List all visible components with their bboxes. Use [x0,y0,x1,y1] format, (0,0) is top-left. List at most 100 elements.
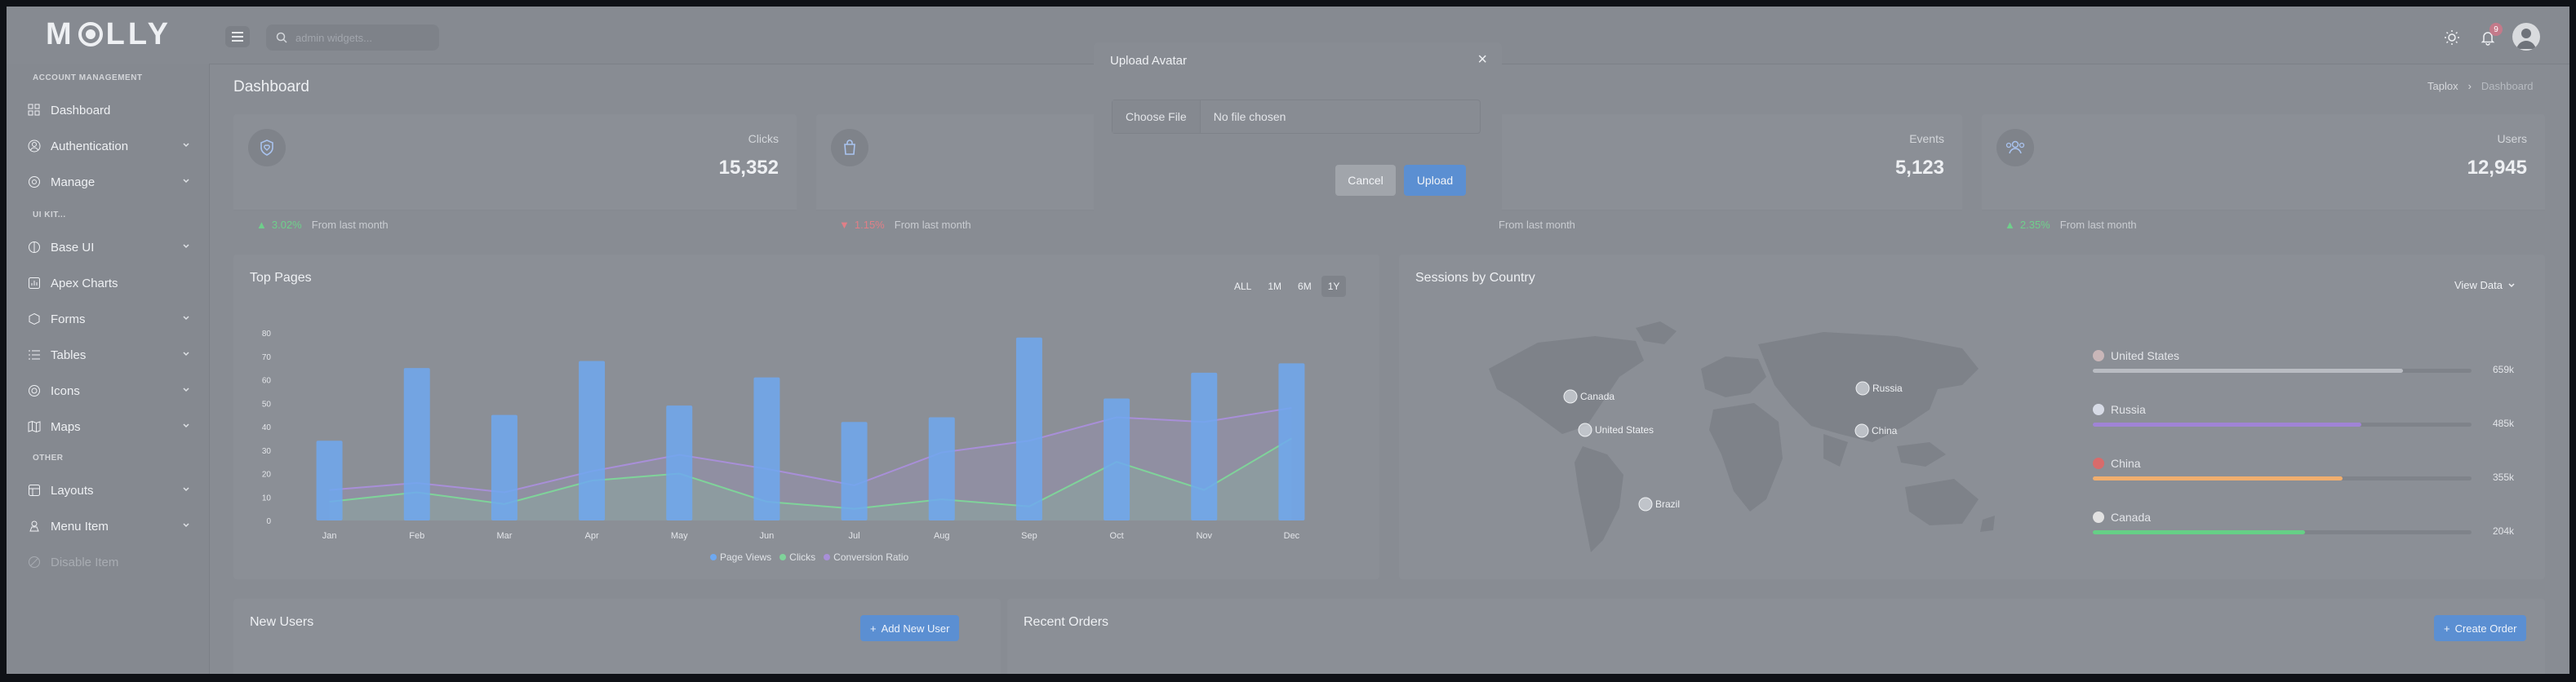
stat-change: 2.35% [2019,218,2050,231]
sidebar-item-dashboard[interactable]: Dashboard [28,100,191,121]
sidebar-item-forms[interactable]: Forms [28,308,191,330]
sidebar-item-menu-item[interactable]: Menu Item [28,516,191,537]
new-users-card: New Users + Add New User [233,599,1001,674]
sidebar-item-label: Disable Item [51,555,119,569]
sidebar-item-maps[interactable]: Maps [28,416,191,437]
breadcrumb-current: Dashboard [2481,80,2534,92]
sidebar-item-label: Maps [51,419,81,434]
box-icon [29,312,40,326]
country-name: United States [2111,349,2180,362]
stat-icon [1996,129,2034,166]
country-value: 659k [2492,364,2514,375]
map-marker-china[interactable]: China [1854,423,1898,438]
country-row-russia: Russia 485k [2093,403,2514,429]
sidebar-item-layouts[interactable]: Layouts [28,480,191,501]
upload-button[interactable]: Upload [1404,165,1466,196]
close-icon[interactable]: × [1477,51,1487,69]
card-title: Sessions by Country [1415,271,1535,285]
brand-logo[interactable]: M LLY [46,17,171,51]
map-marker-label: United States [1595,424,1654,436]
y-tick-label: 0 [266,517,271,526]
sidebar-item-icons[interactable]: Icons [28,380,191,401]
country-name: Canada [2111,511,2152,524]
notifications-button[interactable]: 9 [2475,23,2503,51]
menu-toggle-button[interactable] [225,26,250,47]
map-marker-russia[interactable]: Russia [1855,381,1903,396]
layout-icon [29,485,40,496]
card-title: Recent Orders [1024,615,1109,629]
chevron-down-icon [183,388,189,392]
stat-note: From last month [2059,218,2137,231]
menu-icon [29,520,39,532]
trend-up-icon: ▲ [2005,218,2015,231]
sidebar-item-manage[interactable]: Manage [28,171,191,193]
map-marker-brazil[interactable]: Brazil [1638,497,1680,512]
target-icon [29,385,40,396]
sidebar-section-ui-kit: UI KIT... [33,210,66,219]
upload-avatar-modal: Upload Avatar × Choose File No file chos… [1094,42,1502,214]
country-name: Russia [2111,403,2146,416]
y-tick-label: 40 [262,423,272,432]
cancel-button[interactable]: Cancel [1335,165,1396,196]
canada-flag-icon [2093,512,2104,523]
plus-icon: + [870,622,877,635]
app-window: M LLY 9 ACCOUNT MANAGEMENT Dashboard Aut… [7,7,2569,674]
sidebar-item-tables[interactable]: Tables [28,344,191,365]
map-marker-canada[interactable]: Canada [1563,389,1614,404]
chevron-down-icon [183,316,189,321]
breadcrumb-root[interactable]: Taplox [2427,80,2458,92]
x-tick-label: Oct [1110,531,1124,541]
sidebar-section-other: OTHER [33,454,64,463]
file-input[interactable]: Choose File No file chosen [1112,100,1481,134]
add-new-user-button[interactable]: + Add New User [860,615,960,641]
x-tick-label: Jan [322,531,337,541]
view-data-dropdown[interactable]: View Data [2454,279,2516,291]
sidebar-item-label: Menu Item [51,519,109,534]
bar-aug [928,417,955,520]
country-value: 204k [2492,525,2514,537]
stat-label: Users [2497,132,2527,145]
view-data-label: View Data [2454,279,2503,291]
sidebar-item-authentication[interactable]: Authentication [28,135,191,157]
sidebar-item-label: Tables [51,348,87,362]
search-box[interactable] [266,24,439,51]
sidebar-item-label: Authentication [51,139,129,153]
bar-dec [1278,363,1305,520]
country-progress-track [2093,530,2472,534]
legend-clicks[interactable]: Clicks [779,551,815,563]
x-tick-label: Jun [760,531,775,541]
y-tick-label: 10 [262,494,272,503]
sidebar-item-base-ui[interactable]: Base UI [28,237,191,258]
sidebar-item-label: Icons [51,383,80,398]
map-markers: Canada United States Russia China Brazil [1563,381,1903,512]
x-tick-label: Apr [585,531,599,541]
sidebar-item-apex-charts[interactable]: Apex Charts [28,272,191,294]
theme-toggle-button[interactable] [2439,24,2465,51]
choose-file-button[interactable]: Choose File [1113,100,1201,133]
stat-note: From last month [1499,218,1575,231]
legend-conversion-ratio[interactable]: Conversion Ratio [824,551,908,563]
legend-label: Conversion Ratio [833,551,909,563]
trend-down-icon: ▼ [839,218,850,231]
y-tick-label: 30 [262,447,272,456]
notification-badge: 9 [2489,23,2503,36]
country-progress-fill [2093,369,2404,373]
map-marker-label: Brazil [1655,498,1680,510]
breadcrumb: Taplox › Dashboard [2427,80,2534,92]
legend-page-views[interactable]: Page Views [710,551,771,563]
map-marker-united-states[interactable]: United States [1578,423,1654,437]
create-order-button[interactable]: + Create Order [2434,615,2527,641]
sidebar-item-disable-item: Disable Item [28,551,191,573]
settings-icon [29,176,40,188]
map-marker-label: China [1872,425,1898,436]
card-title: New Users [250,615,314,629]
country-progress-track [2093,369,2472,373]
chevron-down-icon [183,523,189,528]
stat-value: 12,945 [2467,157,2527,179]
user-avatar[interactable] [2512,23,2540,51]
bar-sep [1015,337,1042,520]
search-input[interactable] [294,30,428,45]
y-tick-label: 20 [262,471,272,480]
chevron-down-icon [183,179,189,184]
stat-footer: ▲ 3.02% From last month [233,210,797,238]
